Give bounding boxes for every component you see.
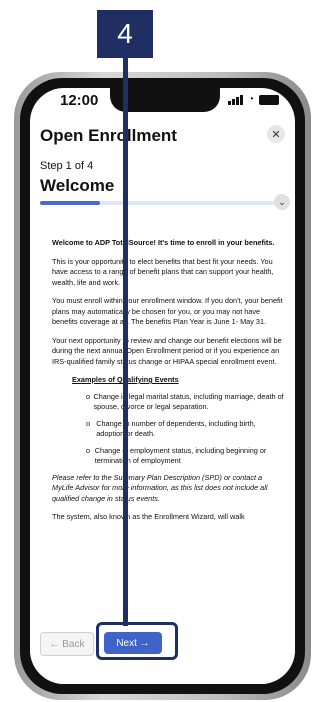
- status-icons: ◔: [227, 94, 279, 105]
- chevron-down-icon[interactable]: ⌄: [274, 194, 290, 210]
- progress-fill: [40, 201, 100, 205]
- bullet-icon: o: [86, 391, 91, 401]
- page-header-title: Open Enrollment: [40, 126, 177, 145]
- callout-connector: [123, 58, 128, 626]
- battery-icon: [259, 94, 279, 105]
- next-button-highlight: [96, 622, 178, 660]
- list-item: o Change in number of dependents, includ…: [86, 418, 256, 439]
- list-item: o Change in employment status, including…: [86, 445, 267, 466]
- wifi-icon: ◔: [247, 94, 254, 105]
- phone-screen: 12:00 ◔ Open Enrollment ✕ Step 1 of 4 We…: [30, 88, 295, 684]
- progress-bar: [40, 201, 278, 205]
- note-text: Please refer to the Summary Plan Descrip…: [52, 472, 268, 503]
- back-button[interactable]: ← Back: [40, 632, 94, 656]
- close-icon[interactable]: ✕: [267, 125, 285, 143]
- paragraph-2: You must enroll within your enrollment w…: [52, 296, 283, 326]
- step-indicator: Step 1 of 4: [40, 160, 94, 172]
- examples-title: Examples of Qualifying Events: [72, 375, 179, 384]
- status-time: 12:00: [60, 92, 99, 109]
- list-item: o Change in legal marital status, includ…: [86, 391, 284, 412]
- paragraph-4: The system, also known as the Enrollment…: [52, 512, 245, 521]
- signal-icon: [227, 94, 243, 105]
- bullet-icon: o: [86, 418, 91, 428]
- step-badge: 4: [97, 10, 153, 58]
- paragraph-3: Your next opportunity to review and chan…: [52, 335, 282, 366]
- content-body: Welcome to ADP TotalSource! It's time to…: [52, 238, 284, 531]
- paragraph-1: This is your opportunity to elect benefi…: [52, 256, 274, 287]
- page-title: Welcome: [40, 176, 115, 195]
- bullet-icon: o: [86, 445, 91, 455]
- welcome-text: Welcome to ADP TotalSource! It's time to…: [52, 238, 275, 247]
